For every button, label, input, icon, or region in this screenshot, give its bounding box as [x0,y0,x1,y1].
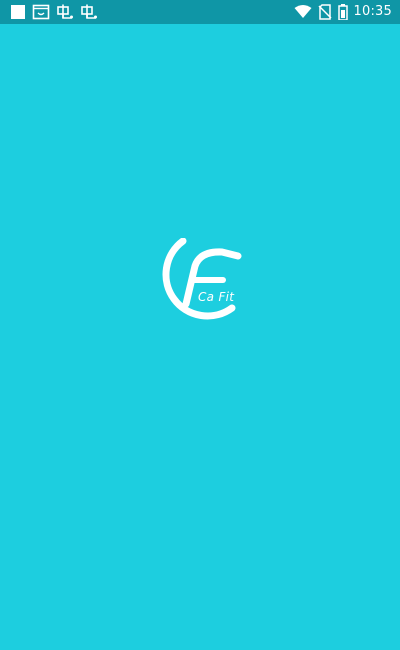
no-sim-icon [318,4,332,20]
app-name-label: Ca Fit [198,290,235,304]
status-bar-notifications [10,3,98,21]
battery-icon [337,4,348,21]
splash-screen: 10:35 Ca Fit [0,0,400,650]
status-bar-time: 10:35 [353,4,392,19]
status-bar-system: 10:35 [294,3,392,21]
wifi-icon [294,5,312,19]
cafit-logo-icon [150,237,250,332]
status-bar: 10:35 [0,0,400,24]
bug-icon [80,4,98,20]
bug-icon [56,4,74,20]
stop-square-icon [10,4,26,20]
screenshot-icon [32,4,50,20]
